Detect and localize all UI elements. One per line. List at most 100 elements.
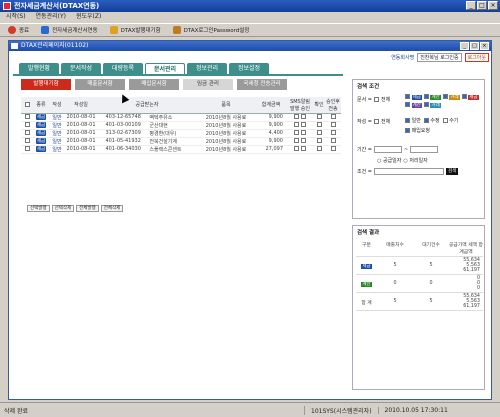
- child-minimize-button[interactable]: _: [460, 42, 469, 50]
- cell-type: 일반: [49, 145, 65, 154]
- write-all-checkbox[interactable]: [373, 119, 379, 124]
- result-title: 검색 결과: [357, 230, 380, 236]
- res-col-sellers: 매출처수: [377, 240, 414, 257]
- period-process-radio[interactable]: ○ 처리일자: [403, 157, 427, 164]
- sms-approve-checkbox[interactable]: [300, 114, 306, 119]
- menu-start[interactable]: 시작(S): [6, 12, 26, 22]
- maximize-button[interactable]: □: [477, 1, 487, 10]
- table-row[interactable]: 세금 일반 2010-08-01 403-12-65748 벡텍주유소 2010년8월 사…: [21, 113, 341, 122]
- issue-selected-button[interactable]: 선택발행: [27, 205, 50, 212]
- doc-type-option[interactable]: 세금: [461, 94, 479, 100]
- tab-doc-write[interactable]: 문서작성: [61, 63, 101, 74]
- search-panel: 검색 조건 문서 = 전체 세금 계산 거래 세금 계산 거래 작성 = 전체 …: [352, 79, 485, 219]
- doc-type-option[interactable]: 거래: [423, 102, 441, 108]
- doc-type-option[interactable]: 계산: [405, 102, 422, 108]
- subtab-nts-transfer[interactable]: 국세청 전송관리: [237, 79, 287, 90]
- col-amount: 합계금액: [255, 97, 287, 114]
- sms-issue-checkbox[interactable]: [294, 130, 300, 135]
- cell-amount: 9,900: [255, 121, 287, 130]
- transfer-checkbox[interactable]: [330, 122, 336, 127]
- cell-type: 일반: [49, 137, 65, 146]
- transfer-checkbox[interactable]: [330, 114, 336, 119]
- doc-type-option[interactable]: 세금: [405, 94, 422, 100]
- table-row[interactable]: 세금 일반 2010-08-01 313-02-67309 평경환(대우) 2010년8월…: [21, 129, 341, 138]
- row-checkbox[interactable]: [24, 138, 30, 143]
- minimize-button[interactable]: _: [466, 1, 476, 10]
- row-checkbox[interactable]: [24, 130, 30, 135]
- issue-all-button[interactable]: 전체발행: [76, 205, 99, 212]
- close-button[interactable]: ×: [488, 1, 498, 10]
- subtab-purchase[interactable]: 매입문서함: [129, 79, 179, 90]
- logout-button[interactable]: 로그아웃: [464, 53, 489, 62]
- sms-issue-checkbox[interactable]: [294, 114, 300, 119]
- confirm-checkbox[interactable]: [316, 146, 322, 151]
- einvoice-sync-button[interactable]: 전자세금계산서연동: [41, 26, 98, 34]
- row-checkbox[interactable]: [24, 122, 30, 127]
- confirm-checkbox[interactable]: [316, 138, 322, 143]
- tab-info-manage[interactable]: 정보관리: [187, 63, 227, 74]
- subtab-sales[interactable]: 매출문서함: [75, 79, 125, 90]
- child-restore-button[interactable]: □: [470, 42, 479, 50]
- sms-issue-checkbox[interactable]: [294, 146, 300, 151]
- period-supply-radio[interactable]: ○ 공급일자: [377, 157, 401, 164]
- sms-issue-checkbox[interactable]: [294, 122, 300, 127]
- doc-type-option[interactable]: 계산: [423, 94, 441, 100]
- confirm-checkbox[interactable]: [316, 122, 322, 127]
- cell-bizno: 401-03-00109: [97, 121, 150, 130]
- write-normal-option[interactable]: 일반: [405, 117, 421, 124]
- res-col-type: 구분: [356, 240, 378, 257]
- res-col-amounts: 공급가액 세액 합계금액: [449, 240, 483, 257]
- dtax-password-button[interactable]: DTAX로그인Password설정: [172, 26, 249, 34]
- transfer-checkbox[interactable]: [330, 138, 336, 143]
- kind-badge: 세금: [35, 130, 47, 136]
- write-modify-option[interactable]: 수정: [423, 117, 440, 124]
- exit-button[interactable]: 종료: [8, 26, 29, 34]
- subtab-pending[interactable]: 발행대기함: [21, 79, 71, 90]
- transfer-checkbox[interactable]: [330, 130, 336, 135]
- subtab-wage[interactable]: 임금 관리: [183, 79, 233, 90]
- sms-approve-checkbox[interactable]: [300, 130, 306, 135]
- child-close-button[interactable]: ×: [480, 42, 489, 50]
- child-window-icon: [11, 43, 18, 49]
- write-purchase-req-option[interactable]: 매입요청: [405, 127, 430, 134]
- row-checkbox[interactable]: [24, 114, 30, 119]
- result-row: 세금 5 5 55,634 5,563 61,197: [356, 256, 483, 275]
- confirm-checkbox[interactable]: [316, 114, 322, 119]
- period-end-input[interactable]: [410, 146, 439, 153]
- doc-all-checkbox[interactable]: [373, 97, 379, 102]
- select-all-checkbox[interactable]: [24, 101, 30, 107]
- col-date: 작성일: [65, 97, 97, 114]
- dtax-pending-button[interactable]: DTAX발행대기함: [109, 26, 161, 34]
- menu-window[interactable]: 윈도우(Z): [76, 12, 101, 22]
- row-checkbox[interactable]: [24, 146, 30, 151]
- doc-type-option[interactable]: 거래: [442, 94, 460, 100]
- kind-badge: 세금: [35, 122, 47, 128]
- user-status: 진찬복님 로그인중: [417, 53, 462, 62]
- delete-selected-button[interactable]: 선택삭제: [51, 205, 75, 212]
- delete-all-button[interactable]: 전체삭제: [100, 205, 124, 212]
- tab-info-settings[interactable]: 정보설정: [229, 63, 269, 74]
- menu-integration[interactable]: 연동관리(Y): [36, 12, 66, 22]
- write-manual-option[interactable]: 수기: [442, 117, 458, 124]
- confirm-checkbox[interactable]: [316, 130, 322, 135]
- table-row[interactable]: 세금 일반 2010-08-01 401-05-41932 전북건설기계 2010년8월 …: [21, 137, 341, 146]
- period-start-input[interactable]: [373, 146, 402, 153]
- transfer-checkbox[interactable]: [330, 146, 336, 151]
- tab-bulk-register[interactable]: 대량등록: [103, 63, 143, 74]
- result-panel: 검색 결과 구분 매출처수 대기건수 공급가액 세액 합계금액 세금 5 5 5…: [352, 225, 485, 390]
- search-button[interactable]: 검색: [445, 168, 459, 175]
- child-title-bar: DTAX관리페이지(01102) _ □ ×: [9, 41, 491, 51]
- sms-approve-checkbox[interactable]: [300, 122, 306, 127]
- condition-input[interactable]: [373, 168, 444, 175]
- tab-issue-status[interactable]: 발행현황: [19, 63, 59, 74]
- table-row[interactable]: 세금 일반 2010-08-01 401-06-34030 스플랙스콘센트 2010년8월…: [21, 145, 341, 154]
- child-title: DTAX관리페이지(01102): [21, 42, 89, 49]
- sms-approve-checkbox[interactable]: [300, 146, 306, 151]
- sms-issue-checkbox[interactable]: [294, 138, 300, 143]
- table-row[interactable]: 세금 일반 2010-08-01 401-03-00109 군산대현 2010년8월 사용…: [21, 121, 341, 130]
- status-bar: 삭제 완료 101SYS(시스템관리자) 2010.10.05 17:30:11: [0, 402, 500, 417]
- tab-doc-manage[interactable]: 문서관리: [145, 63, 185, 74]
- sms-approve-checkbox[interactable]: [300, 138, 306, 143]
- cell-item: 2010년8월 사용료: [197, 145, 255, 154]
- cell-item: 2010년8월 사용료: [197, 121, 255, 130]
